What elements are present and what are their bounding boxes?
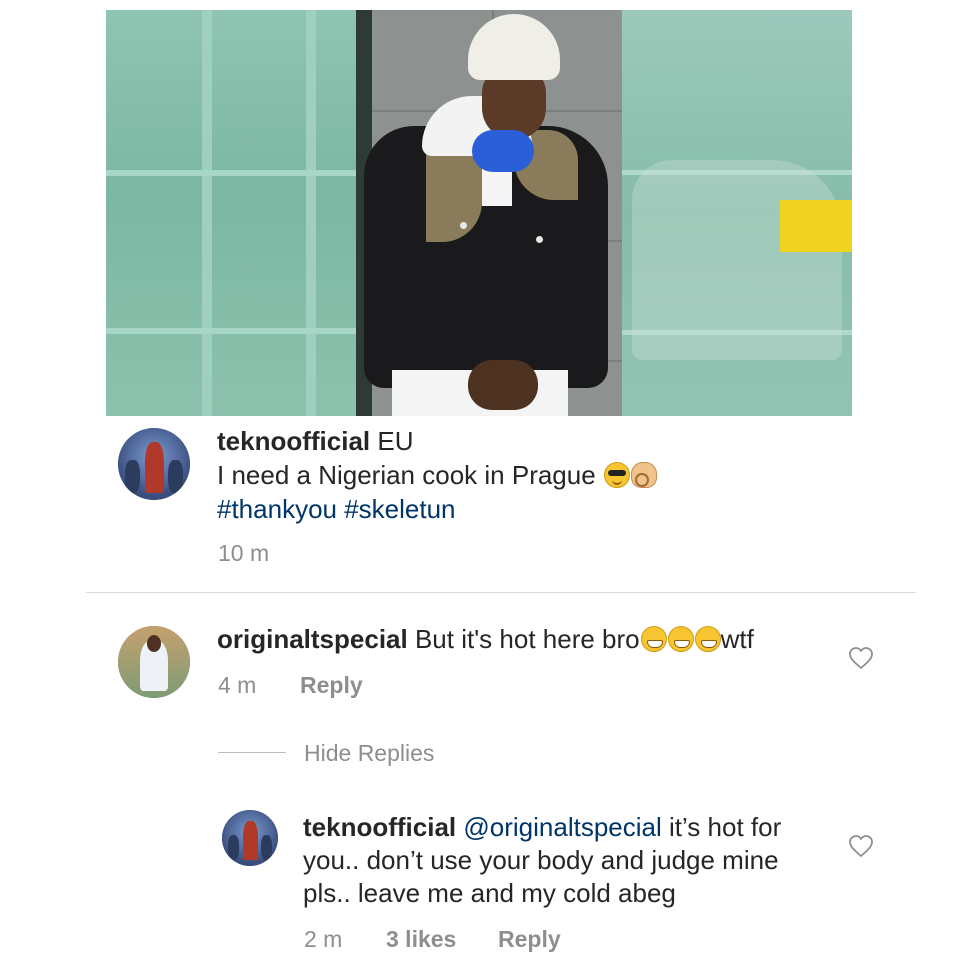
caption-hashtags[interactable]: #thankyou #skeletun	[217, 492, 456, 526]
caption-text: I need a Nigerian cook in Prague	[217, 460, 596, 490]
post-timestamp: 10 m	[218, 540, 270, 566]
caption-text-line: I need a Nigerian cook in Prague	[217, 458, 657, 492]
hide-replies-rule	[218, 752, 286, 753]
reply-text-line-2: you.. don’t use your body and judge mine	[303, 845, 779, 875]
grinning-face-icon	[694, 626, 721, 652]
caption-header: teknoofficial EU	[217, 424, 414, 458]
post-username[interactable]: teknoofficial	[217, 426, 370, 456]
photo-yellow-sign	[780, 200, 852, 252]
comment-reply-button[interactable]: Reply	[300, 672, 363, 699]
comment-text-line: originaltspecial But it's hot here bro wt…	[217, 622, 754, 656]
reply-text-line-1: teknoofficial @originaltspecial it’s hot…	[303, 810, 781, 844]
comment-username[interactable]: originaltspecial	[217, 624, 408, 654]
heart-outline-icon[interactable]	[848, 646, 874, 670]
post-author-avatar[interactable]	[118, 428, 190, 500]
reply-timestamp: 2 m	[304, 926, 343, 952]
reply-reply-button[interactable]: Reply	[498, 926, 561, 953]
reply-author-avatar[interactable]	[222, 810, 278, 866]
post-photo[interactable]	[106, 10, 852, 416]
sunglasses-face-icon	[603, 462, 630, 488]
comment-text: But it's hot here bro	[414, 624, 640, 654]
heart-outline-icon[interactable]	[848, 834, 874, 858]
reply-mention[interactable]: @originaltspecial	[463, 812, 661, 842]
comment-text-tail: wtf	[720, 624, 754, 654]
reply-likes-count[interactable]: 3 likes	[386, 926, 456, 953]
caption-divider	[86, 592, 916, 593]
post-location-text: EU	[377, 426, 414, 456]
ok-hand-icon	[630, 462, 657, 488]
comment-timestamp: 4 m	[218, 672, 257, 698]
reply-text-line-3: pls.. leave me and my cold abeg	[303, 878, 676, 908]
hide-replies-button[interactable]: Hide Replies	[304, 740, 434, 767]
reply-text-1: it’s hot for	[669, 812, 782, 842]
photo-glass-window-left	[106, 10, 356, 416]
reply-username[interactable]: teknoofficial	[303, 812, 456, 842]
grinning-face-icon	[667, 626, 694, 652]
photo-person	[364, 10, 614, 416]
commenter-avatar[interactable]	[118, 626, 190, 698]
grinning-face-icon	[640, 626, 667, 652]
